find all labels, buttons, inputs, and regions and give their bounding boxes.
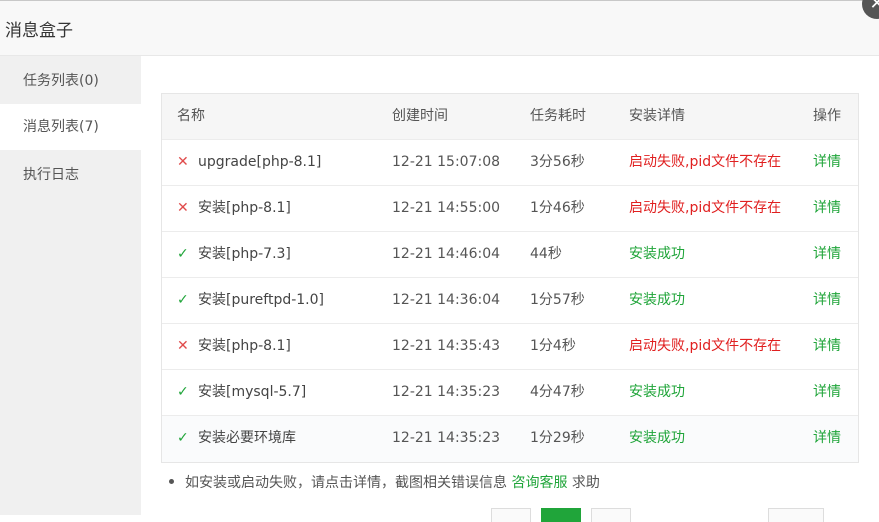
created-time: 12-21 15:07:08	[392, 154, 501, 170]
table-row: ✓ 安装必要环境库 12-21 14:35:23 1分29秒 安装成功 详情	[162, 416, 858, 462]
task-name: 安装[mysql-5.7]	[198, 384, 307, 400]
page-size-select[interactable]	[768, 508, 824, 522]
created-time: 12-21 14:36:04	[392, 292, 501, 308]
table-row: ✓ 安装[php-7.3] 12-21 14:46:04 44秒 安装成功 详情	[162, 232, 858, 278]
table-row: ✓ 安装[pureftpd-1.0] 12-21 14:36:04 1分57秒 安装成功…	[162, 278, 858, 324]
duration: 4分47秒	[530, 384, 585, 400]
table-row: ✕ 安装[php-8.1] 12-21 14:35:43 1分4秒 启动失败,pid文件…	[162, 324, 858, 370]
success-check-icon: ✓	[177, 292, 189, 308]
created-time: 12-21 14:55:00	[392, 200, 501, 216]
header-install-detail: 安装详情	[629, 108, 685, 124]
duration: 1分4秒	[530, 338, 576, 354]
task-name: 安装[php-8.1]	[198, 200, 291, 216]
pager-next[interactable]	[591, 508, 631, 522]
created-time: 12-21 14:46:04	[392, 246, 501, 262]
bullet-dot	[169, 478, 174, 484]
detail-link[interactable]: 详情	[813, 186, 853, 231]
duration: 1分46秒	[530, 200, 585, 216]
table-row: ✕ upgrade[php-8.1] 12-21 15:07:08 3分56秒 启动失败…	[162, 140, 858, 186]
detail-link[interactable]: 详情	[813, 232, 853, 277]
message-box-dialog: 消息盒子 ✕ 任务列表(0) 消息列表(7) 执行日志 名称 创建时间 任务耗时…	[0, 0, 879, 522]
message-table: 名称 创建时间 任务耗时 安装详情 操作 ✕ upgrade[php-8.1] 12…	[161, 93, 859, 463]
detail-link[interactable]: 详情	[813, 278, 853, 323]
table-body: ✕ upgrade[php-8.1] 12-21 15:07:08 3分56秒 启动失败…	[162, 140, 858, 462]
install-detail: 启动失败,pid文件不存在	[629, 154, 782, 170]
dialog-title: 消息盒子	[5, 21, 73, 41]
task-name: 安装[php-7.3]	[198, 246, 291, 262]
title-bar: 消息盒子	[0, 1, 879, 56]
table-row: ✕ 安装[php-8.1] 12-21 14:55:00 1分46秒 启动失败,pid文…	[162, 186, 858, 232]
fail-x-icon: ✕	[177, 200, 189, 216]
created-time: 12-21 14:35:23	[392, 430, 501, 446]
task-name-cell: ✕ 安装[php-8.1]	[177, 324, 387, 369]
task-name: 安装必要环境库	[198, 430, 296, 446]
tips-suffix: 求助	[571, 475, 600, 491]
fail-x-icon: ✕	[177, 338, 189, 354]
header-duration: 任务耗时	[530, 108, 586, 124]
created-time: 12-21 14:35:23	[392, 384, 501, 400]
task-name: upgrade[php-8.1]	[198, 154, 322, 170]
sidebar: 任务列表(0) 消息列表(7) 执行日志	[0, 56, 141, 515]
task-name-cell: ✓ 安装[mysql-5.7]	[177, 370, 387, 415]
success-check-icon: ✓	[177, 430, 189, 446]
install-detail: 安装成功	[629, 292, 685, 308]
task-name-cell: ✕ 安装[php-8.1]	[177, 186, 387, 231]
task-name-cell: ✓ 安装必要环境库	[177, 416, 387, 461]
task-name: 安装[pureftpd-1.0]	[198, 292, 325, 308]
created-time: 12-21 14:35:43	[392, 338, 501, 354]
detail-link[interactable]: 详情	[813, 370, 853, 415]
pager-current[interactable]	[541, 508, 581, 522]
duration: 1分29秒	[530, 430, 585, 446]
duration: 44秒	[530, 246, 562, 262]
tips-text: 如安装或启动失败，请点击详情，截图相关错误信息	[185, 475, 507, 491]
detail-link[interactable]: 详情	[813, 140, 853, 185]
tips: 如安装或启动失败，请点击详情，截图相关错误信息 咨询客服 求助	[169, 472, 600, 492]
header-action: 操作	[813, 108, 841, 124]
detail-link[interactable]: 详情	[813, 416, 853, 461]
pager-prev[interactable]	[491, 508, 531, 522]
sidebar-item-message-list[interactable]: 消息列表(7)	[0, 104, 141, 150]
duration: 3分56秒	[530, 154, 585, 170]
header-name: 名称	[177, 108, 205, 124]
fail-x-icon: ✕	[177, 154, 189, 170]
sidebar-item-task-list[interactable]: 任务列表(0)	[0, 58, 141, 104]
task-name-cell: ✓ 安装[pureftpd-1.0]	[177, 278, 387, 323]
table-row: ✓ 安装[mysql-5.7] 12-21 14:35:23 4分47秒 安装成功 详情	[162, 370, 858, 416]
install-detail: 安装成功	[629, 430, 685, 446]
contact-support-link[interactable]: 咨询客服	[511, 475, 567, 491]
install-detail: 启动失败,pid文件不存在	[629, 200, 782, 216]
task-name: 安装[php-8.1]	[198, 338, 291, 354]
task-name-cell: ✓ 安装[php-7.3]	[177, 232, 387, 277]
detail-link[interactable]: 详情	[813, 324, 853, 369]
success-check-icon: ✓	[177, 246, 189, 262]
header-created-time: 创建时间	[392, 108, 448, 124]
success-check-icon: ✓	[177, 384, 189, 400]
sidebar-item-exec-log[interactable]: 执行日志	[0, 152, 141, 198]
install-detail: 启动失败,pid文件不存在	[629, 338, 782, 354]
install-detail: 安装成功	[629, 384, 685, 400]
duration: 1分57秒	[530, 292, 585, 308]
task-name-cell: ✕ upgrade[php-8.1]	[177, 140, 387, 185]
content-panel: 名称 创建时间 任务耗时 安装详情 操作 ✕ upgrade[php-8.1] 12…	[141, 56, 879, 522]
table-header: 名称 创建时间 任务耗时 安装详情 操作	[162, 94, 858, 140]
install-detail: 安装成功	[629, 246, 685, 262]
